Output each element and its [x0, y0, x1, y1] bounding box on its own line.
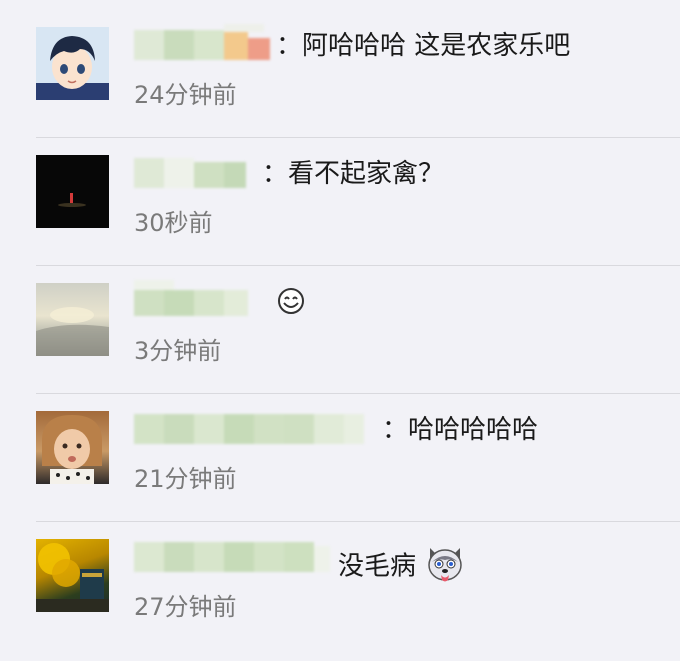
comment-time: 24分钟前 [134, 81, 237, 109]
comment-text: ：阿哈哈哈 这是农家乐吧 [276, 31, 571, 61]
husky-face-emoji-icon [424, 542, 466, 592]
comment-time: 30秒前 [134, 209, 213, 237]
comment-time: 3分钟前 [134, 337, 222, 365]
blurred-username[interactable] [134, 408, 374, 450]
comment-text: ：看不起家禽？ [262, 159, 445, 189]
blurred-username[interactable] [134, 536, 330, 578]
comment-item[interactable]: ：看不起家禽？ 30秒前 [0, 128, 680, 256]
blurred-username[interactable] [134, 280, 270, 322]
avatar[interactable] [36, 283, 109, 356]
comment-text: ：哈哈哈哈哈 [382, 415, 539, 445]
comment-item[interactable]: ：阿哈哈哈 这是农家乐吧 24分钟前 [0, 0, 680, 128]
blurred-username[interactable] [134, 24, 270, 66]
comment-time: 21分钟前 [134, 465, 237, 493]
comment-time: 27分钟前 [134, 593, 237, 621]
avatar[interactable] [36, 155, 109, 228]
comment-list: ：阿哈哈哈 这是农家乐吧 24分钟前 ：看不起家禽？ 30秒前 3分钟前 ：哈哈… [0, 0, 680, 661]
comment-item[interactable]: ：哈哈哈哈哈 21分钟前 [0, 384, 680, 512]
comment-item[interactable]: 没毛病 27分钟前 [0, 512, 680, 640]
comment-item[interactable]: 3分钟前 [0, 256, 680, 384]
comment-text: 没毛病 [338, 542, 466, 592]
avatar[interactable] [36, 411, 109, 484]
smile-emoji-icon [276, 286, 306, 324]
avatar[interactable] [36, 539, 109, 612]
blurred-username[interactable] [134, 152, 256, 194]
avatar[interactable] [36, 27, 109, 100]
comment-text [276, 286, 306, 324]
